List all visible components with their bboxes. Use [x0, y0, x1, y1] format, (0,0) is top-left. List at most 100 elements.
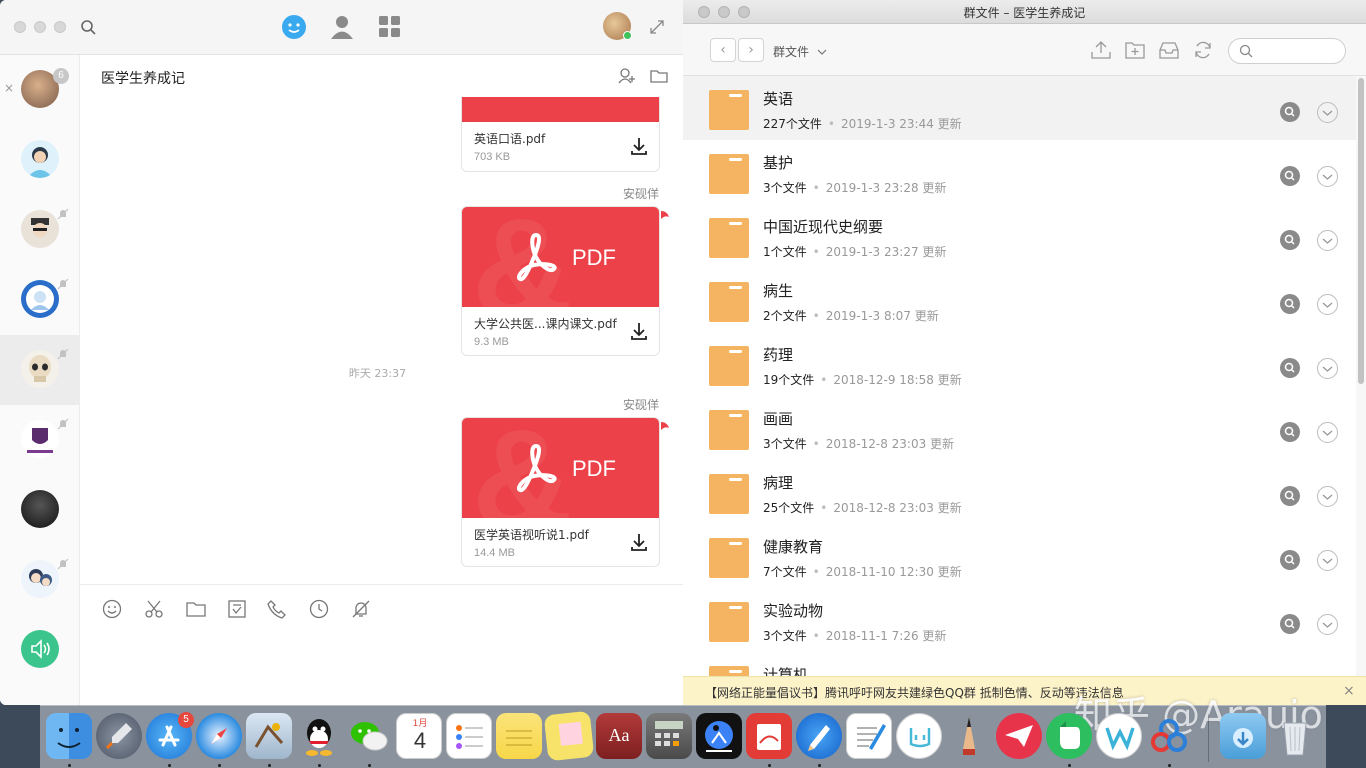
kindle-icon[interactable]: [696, 713, 742, 759]
safari-icon[interactable]: [196, 713, 242, 759]
sidebar-item-conversation-4[interactable]: [0, 265, 80, 335]
calculator-icon[interactable]: [646, 713, 692, 759]
more-options-chevron-icon[interactable]: [1317, 550, 1338, 571]
notice-text[interactable]: 【网络正能量倡议书】腾讯呼吁网友共建绿色QQ群 抵制色情、反动等违法信息: [705, 684, 1124, 701]
notice-close-button[interactable]: ×: [1343, 683, 1355, 699]
wechat-icon[interactable]: [346, 713, 392, 759]
expand-icon[interactable]: [650, 20, 664, 34]
calendar-icon[interactable]: 1月 4: [396, 713, 442, 759]
back-button[interactable]: ‹: [710, 38, 736, 62]
more-options-chevron-icon[interactable]: [1317, 166, 1338, 187]
minimize-window-button[interactable]: [34, 21, 46, 33]
pencil-app-icon[interactable]: [796, 713, 842, 759]
preview-search-icon[interactable]: [1280, 166, 1300, 186]
download-icon[interactable]: [629, 136, 649, 156]
history-clock-icon[interactable]: [309, 599, 329, 619]
more-options-chevron-icon[interactable]: [1317, 422, 1338, 443]
more-options-chevron-icon[interactable]: [1317, 486, 1338, 507]
sidebar-item-conversation-6[interactable]: [0, 405, 80, 475]
scissors-icon[interactable]: [144, 599, 164, 619]
more-options-chevron-icon[interactable]: [1317, 294, 1338, 315]
sidebar-item-conversation-8[interactable]: [0, 545, 80, 615]
emoji-icon[interactable]: [102, 599, 122, 619]
preview-search-icon[interactable]: [1280, 550, 1300, 570]
more-options-chevron-icon[interactable]: [1317, 230, 1338, 251]
preview-search-icon[interactable]: [1280, 486, 1300, 506]
file-message-card[interactable]: & PDF 医学英语视听说1.pdf 14.4 MB: [461, 417, 660, 567]
download-icon[interactable]: [629, 321, 649, 341]
phone-call-icon[interactable]: [267, 599, 287, 619]
sidebar-item-conversation-1[interactable]: × 6: [0, 55, 80, 125]
forward-button[interactable]: ›: [738, 38, 764, 62]
folder-row[interactable]: 计算机5个文件•2018-10-20 19:16 更新: [683, 652, 1356, 676]
messages-tab-icon[interactable]: [281, 14, 307, 40]
sidebar-item-conversation-7[interactable]: [0, 475, 80, 545]
launchpad-icon[interactable]: [96, 713, 142, 759]
sidebar-item-conversation-5[interactable]: [0, 335, 80, 405]
preview-search-icon[interactable]: [1280, 230, 1300, 250]
zoom-window-button[interactable]: [54, 21, 66, 33]
refresh-icon[interactable]: [1192, 40, 1214, 60]
dictionary-icon[interactable]: Aa: [596, 713, 642, 759]
more-options-chevron-icon[interactable]: [1317, 614, 1338, 635]
folder-icon[interactable]: [186, 599, 206, 619]
baidu-netdisk-icon[interactable]: [1146, 713, 1192, 759]
folder-row[interactable]: 病生 2个文件 • 2019-1-3 8:07 更新: [683, 268, 1356, 332]
note-app-icon[interactable]: [896, 713, 942, 759]
contacts-tab-icon[interactable]: [329, 14, 355, 40]
preview-icon[interactable]: [246, 713, 292, 759]
folder-row[interactable]: 英语 227个文件 • 2019-1-3 23:44 更新: [683, 76, 1356, 140]
close-conversation-icon[interactable]: ×: [4, 82, 14, 94]
sketch-pencil-icon[interactable]: [946, 713, 992, 759]
preview-search-icon[interactable]: [1280, 614, 1300, 634]
add-member-icon[interactable]: [618, 68, 636, 84]
wunderlist-icon[interactable]: [1096, 713, 1142, 759]
folder-row[interactable]: 画画 3个文件 • 2018-12-8 23:03 更新: [683, 396, 1356, 460]
search-icon[interactable]: [80, 19, 96, 35]
sidebar-item-conversation-2[interactable]: [0, 125, 80, 195]
file-count: 3个文件: [763, 629, 807, 643]
new-folder-icon[interactable]: [1124, 40, 1146, 60]
notes-icon[interactable]: [496, 713, 542, 759]
reminders-icon[interactable]: [446, 713, 492, 759]
pdf-expert-icon[interactable]: [746, 713, 792, 759]
apps-tab-icon[interactable]: [377, 14, 403, 40]
sidebar-item-conversation-3[interactable]: [0, 195, 80, 265]
folder-row[interactable]: 药理 19个文件 • 2018-12-9 18:58 更新: [683, 332, 1356, 396]
close-window-button[interactable]: [14, 21, 26, 33]
folder-row[interactable]: 基护 3个文件 • 2019-1-3 23:28 更新: [683, 140, 1356, 204]
scrollbar-thumb[interactable]: [1358, 78, 1364, 384]
file-search-input[interactable]: [1228, 38, 1346, 64]
downloads-folder-icon[interactable]: [1220, 713, 1266, 759]
preview-search-icon[interactable]: [1280, 102, 1300, 122]
preview-search-icon[interactable]: [1280, 358, 1300, 378]
qq-icon[interactable]: [296, 713, 342, 759]
breadcrumb[interactable]: 群文件: [773, 43, 827, 60]
folder-row[interactable]: 健康教育 7个文件 • 2018-11-10 12:30 更新: [683, 524, 1356, 588]
inbox-icon[interactable]: [1158, 40, 1180, 60]
more-options-chevron-icon[interactable]: [1317, 358, 1338, 379]
textedit-icon[interactable]: [846, 713, 892, 759]
group-files-folder-icon[interactable]: [650, 68, 668, 84]
preview-search-icon[interactable]: [1280, 294, 1300, 314]
upload-icon[interactable]: [1090, 40, 1112, 60]
more-options-chevron-icon[interactable]: [1317, 102, 1338, 123]
folder-name: 计算机: [763, 666, 809, 676]
folder-row[interactable]: 实验动物 3个文件 • 2018-11-1 7:26 更新: [683, 588, 1356, 652]
file-count: 3个文件: [763, 181, 807, 195]
whiteboard-icon[interactable]: [227, 599, 247, 619]
airmail-icon[interactable]: [996, 713, 1042, 759]
stickies-icon[interactable]: [543, 710, 595, 762]
folder-row[interactable]: 中国近现代史纲要 1个文件 • 2019-1-3 23:27 更新: [683, 204, 1356, 268]
trash-icon[interactable]: [1272, 713, 1318, 759]
file-message-card[interactable]: & PDF 大学公共医...课内课文.pdf 9.3 MB: [461, 206, 660, 356]
evernote-icon[interactable]: [1046, 713, 1092, 759]
sidebar-item-voice-chat[interactable]: [0, 615, 80, 685]
file-message-card[interactable]: 英语口语.pdf 703 KB: [461, 97, 660, 172]
finder-icon[interactable]: [46, 713, 92, 759]
folder-list-scrollbar[interactable]: [1356, 76, 1366, 705]
mute-bell-icon[interactable]: [351, 599, 371, 619]
folder-row[interactable]: 病理 25个文件 • 2018-12-8 23:03 更新: [683, 460, 1356, 524]
preview-search-icon[interactable]: [1280, 422, 1300, 442]
download-icon[interactable]: [629, 532, 649, 552]
